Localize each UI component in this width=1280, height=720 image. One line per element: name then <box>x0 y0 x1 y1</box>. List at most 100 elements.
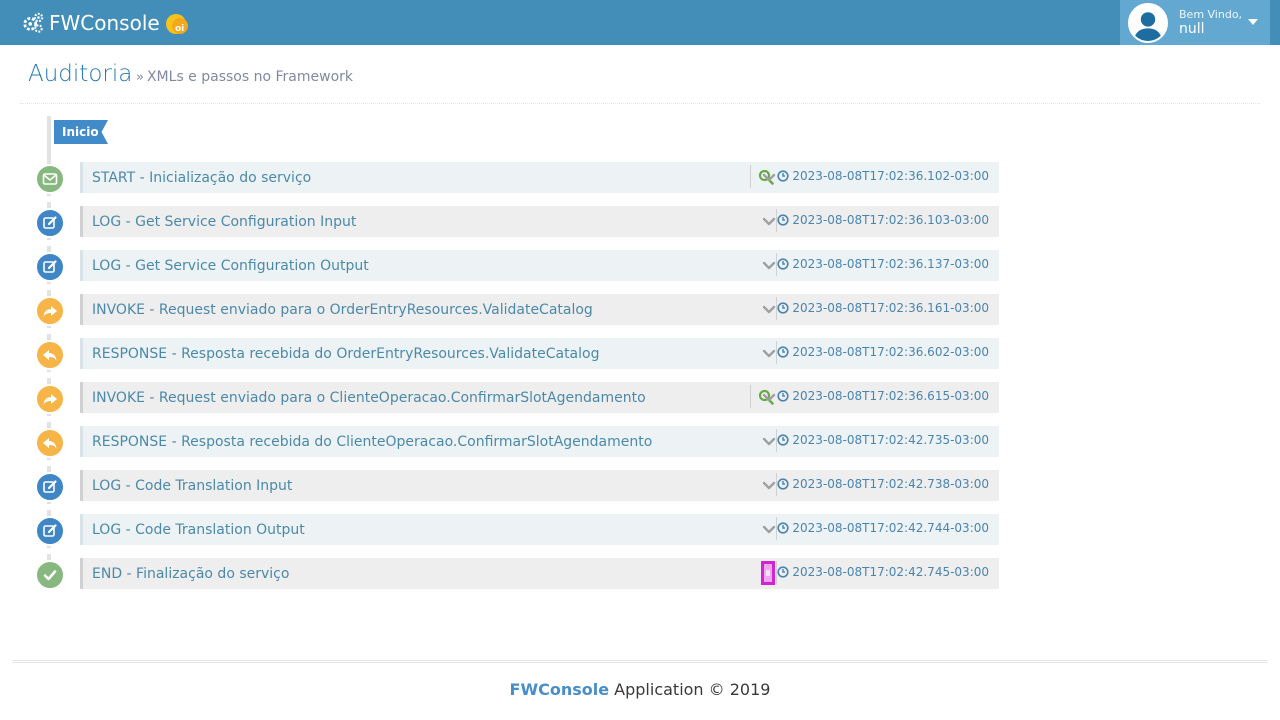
highlight-marker[interactable] <box>761 561 775 585</box>
timeline-start-label: Inicio <box>54 120 108 144</box>
footer: FWConsole Application © 2019 <box>12 660 1268 720</box>
edit-icon <box>43 480 57 493</box>
edit-icon <box>43 260 57 273</box>
timeline-item-tools <box>750 385 751 408</box>
timeline-item-time: 2023-08-08T17:02:42.745-03:00 <box>777 565 989 579</box>
chevron-down-icon[interactable] <box>759 167 779 187</box>
timeline-item-timestamp: 2023-08-08T17:02:36.102-03:00 <box>792 169 989 183</box>
clock-icon <box>777 434 792 446</box>
timeline-icon-share <box>35 296 65 326</box>
timeline-item[interactable]: LOG - Code Translation Input 2023-08-08T1… <box>80 470 999 501</box>
page-title: Auditoria <box>28 61 133 87</box>
chevron-down-icon[interactable] <box>759 255 779 275</box>
timeline-item-timestamp: 2023-08-08T17:02:42.745-03:00 <box>792 565 989 579</box>
chevron-down-icon[interactable] <box>759 211 779 231</box>
double-angle-right-icon: » <box>136 70 144 85</box>
timeline-item-title[interactable]: LOG - Get Service Configuration Input <box>92 214 356 230</box>
clock-icon <box>777 214 792 226</box>
timeline-item[interactable]: INVOKE - Request enviado para o OrderEnt… <box>80 294 999 325</box>
timeline-item-time: 2023-08-08T17:02:36.615-03:00 <box>777 389 989 403</box>
clock-icon <box>777 302 792 314</box>
share-icon <box>43 394 57 405</box>
timeline-item-time: 2023-08-08T17:02:42.735-03:00 <box>777 433 989 447</box>
timeline-item-timestamp: 2023-08-08T17:02:36.161-03:00 <box>792 301 989 315</box>
timeline-icon-edit <box>35 252 65 282</box>
timeline-item-timestamp: 2023-08-08T17:02:36.602-03:00 <box>792 345 989 359</box>
timeline-item-time: 2023-08-08T17:02:36.161-03:00 <box>777 301 989 315</box>
timeline-item-timestamp: 2023-08-08T17:02:36.615-03:00 <box>792 389 989 403</box>
chevron-down-icon[interactable] <box>759 475 779 495</box>
clock-icon <box>777 258 792 270</box>
page-header: Auditoria » XMLs e passos no Framework <box>20 46 1260 104</box>
avatar <box>1128 2 1168 43</box>
reply-icon <box>43 438 57 449</box>
navbar: FWConsole oi Bem Vindo, null <box>0 0 1280 45</box>
clock-icon <box>777 478 792 490</box>
chevron-down-icon[interactable] <box>759 299 779 319</box>
timeline-item[interactable]: LOG - Code Translation Output 2023-08-08T… <box>80 514 999 545</box>
timeline-gap <box>46 240 52 246</box>
timeline-item[interactable]: LOG - Get Service Configuration Output 20… <box>80 250 999 281</box>
edit-icon <box>43 216 57 229</box>
timeline-gap <box>46 328 52 334</box>
timeline-item[interactable]: RESPONSE - Resposta recebida do OrderEnt… <box>80 338 999 369</box>
chevron-down-icon[interactable] <box>759 519 779 539</box>
timeline-icon-edit <box>35 516 65 546</box>
timeline-item-timestamp: 2023-08-08T17:02:42.738-03:00 <box>792 477 989 491</box>
timeline-item-timestamp: 2023-08-08T17:02:36.103-03:00 <box>792 213 989 227</box>
chevron-down-icon[interactable] <box>759 387 779 407</box>
oi-logo-icon: oi <box>165 13 188 34</box>
timeline-item-time: 2023-08-08T17:02:36.137-03:00 <box>777 257 989 271</box>
timeline-item-time: 2023-08-08T17:02:36.602-03:00 <box>777 345 989 359</box>
chevron-down-icon[interactable] <box>759 431 779 451</box>
timeline-icon-share <box>35 384 65 414</box>
timeline-item-title[interactable]: INVOKE - Request enviado para o ClienteO… <box>92 390 646 406</box>
timeline-icon-edit <box>35 472 65 502</box>
timeline-item-title[interactable]: LOG - Get Service Configuration Output <box>92 258 369 274</box>
timeline-item-title[interactable]: RESPONSE - Resposta recebida do OrderEnt… <box>92 346 599 362</box>
timeline-item-title[interactable]: START - Inicialização do serviço <box>92 170 311 186</box>
caret-down-icon[interactable] <box>1248 19 1258 25</box>
timeline-item[interactable]: START - Inicialização do serviço 2023-08-… <box>80 162 999 193</box>
timeline-item-time: 2023-08-08T17:02:42.744-03:00 <box>777 521 989 535</box>
envelope-icon <box>42 173 58 185</box>
chevron-down-icon[interactable] <box>759 343 779 363</box>
timeline-gap <box>46 460 52 466</box>
timeline-gap <box>46 504 52 510</box>
timeline-item-title[interactable]: END - Finalização do serviço <box>92 566 289 582</box>
reply-icon <box>43 350 57 361</box>
timeline-item[interactable]: INVOKE - Request enviado para o ClienteO… <box>80 382 999 413</box>
timeline-item-title[interactable]: LOG - Code Translation Output <box>92 522 305 538</box>
timeline-item-title[interactable]: LOG - Code Translation Input <box>92 478 292 494</box>
user-menu[interactable]: Bem Vindo, null <box>1120 0 1270 45</box>
clock-icon <box>777 566 792 578</box>
user-name: null <box>1179 21 1205 37</box>
page-subtitle-text: XMLs e passos no Framework <box>146 69 353 85</box>
timeline-item-timestamp: 2023-08-08T17:02:42.735-03:00 <box>792 433 989 447</box>
timeline-item[interactable]: LOG - Get Service Configuration Input 202… <box>80 206 999 237</box>
timeline-icon-reply <box>35 340 65 370</box>
timeline-icon-reply <box>35 428 65 458</box>
footer-text: Application © 2019 <box>614 680 771 699</box>
clock-icon <box>777 390 792 402</box>
brand-name: FWConsole <box>49 10 160 35</box>
timeline-item[interactable]: END - Finalização do serviço 2023-08-08T1… <box>80 558 999 589</box>
timeline-icon-check <box>35 560 65 590</box>
timeline-icon-envelope <box>35 164 65 194</box>
brand-link[interactable]: FWConsole oi <box>22 0 190 45</box>
timeline-gap <box>46 548 52 554</box>
edit-icon <box>43 524 57 537</box>
timeline-item-time: 2023-08-08T17:02:36.102-03:00 <box>777 169 989 183</box>
timeline-item[interactable]: RESPONSE - Resposta recebida do ClienteO… <box>80 426 999 457</box>
timeline-item-time: 2023-08-08T17:02:36.103-03:00 <box>777 213 989 227</box>
timeline-item-title[interactable]: RESPONSE - Resposta recebida do ClienteO… <box>92 434 652 450</box>
page-subtitle: » XMLs e passos no Framework <box>136 69 353 85</box>
timeline-item-timestamp: 2023-08-08T17:02:42.744-03:00 <box>792 521 989 535</box>
timeline-item-title[interactable]: INVOKE - Request enviado para o OrderEnt… <box>92 302 593 318</box>
timeline-icon-edit <box>35 208 65 238</box>
clock-icon <box>777 170 792 182</box>
welcome-text: Bem Vindo, <box>1179 8 1243 21</box>
timeline-gap <box>46 416 52 422</box>
timeline-gap <box>46 372 52 378</box>
footer-brand: FWConsole <box>509 680 610 699</box>
